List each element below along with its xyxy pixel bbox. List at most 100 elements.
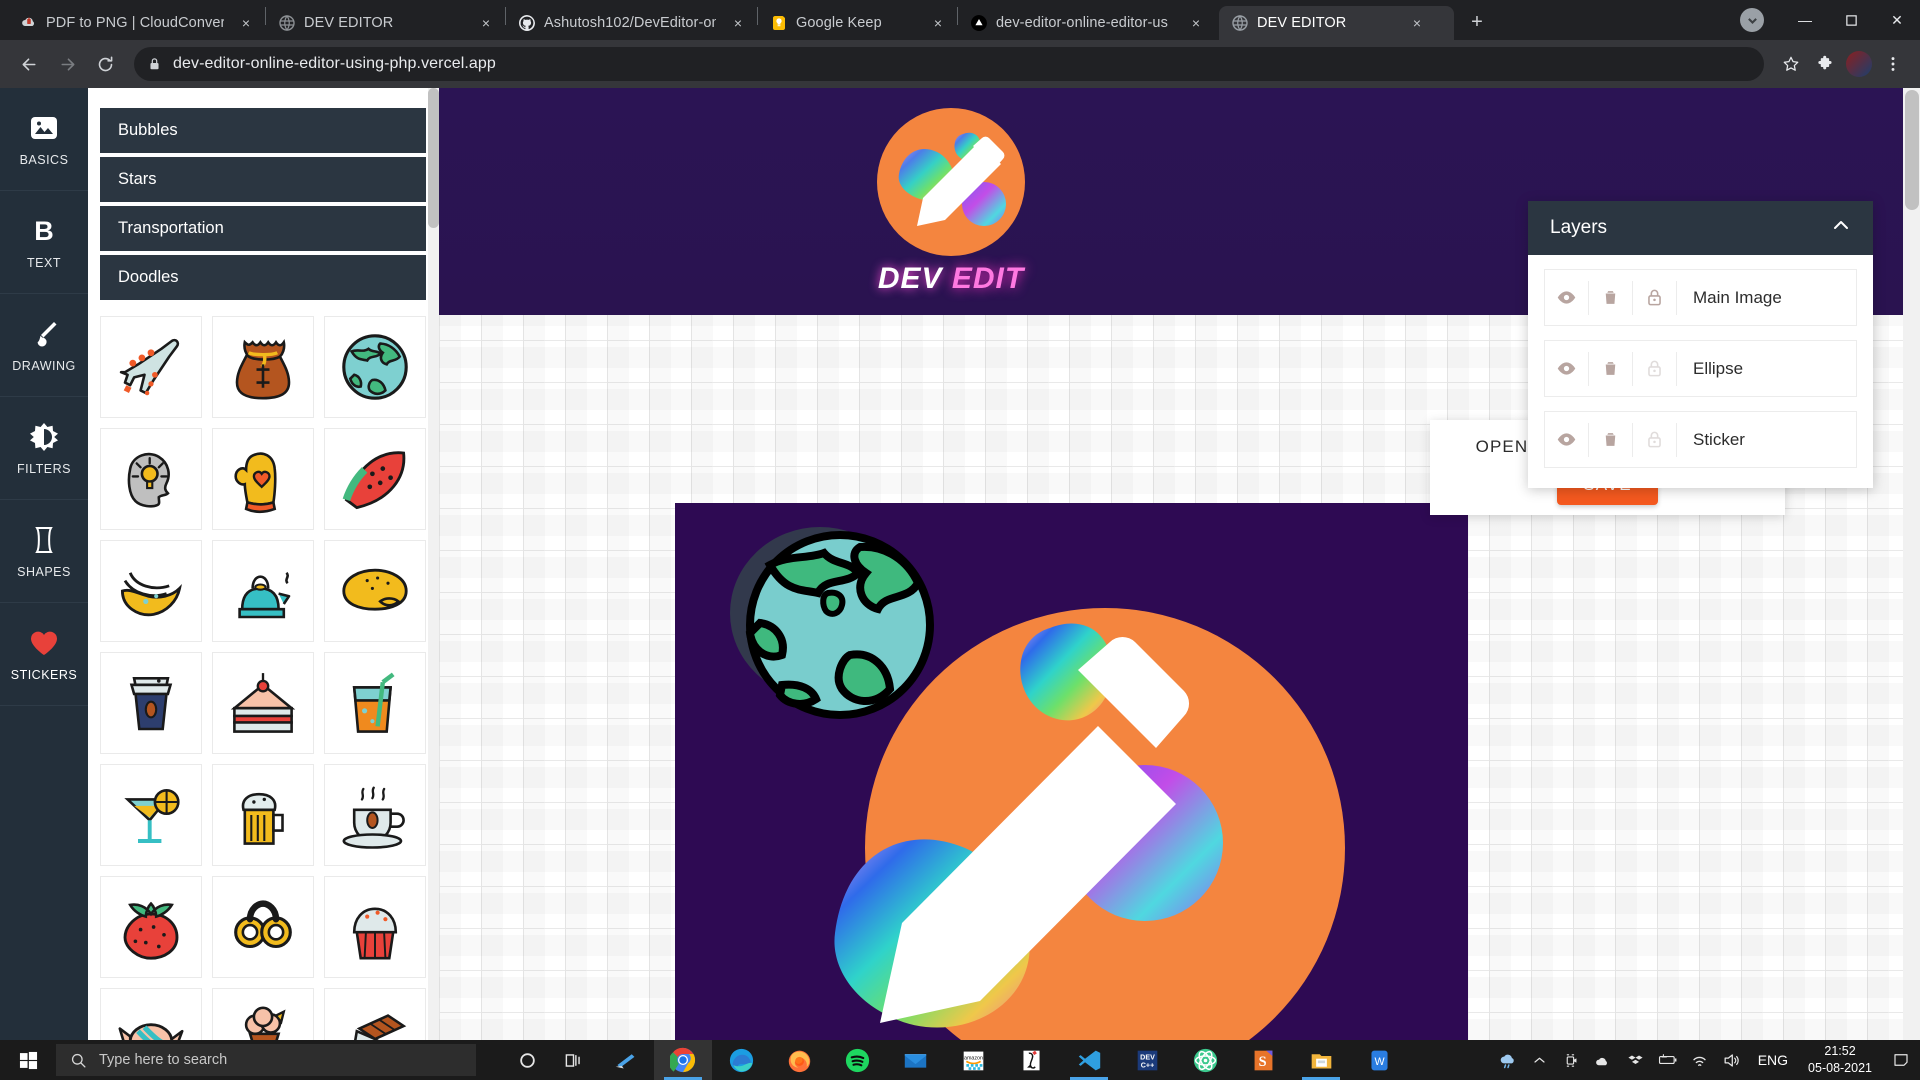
- window-maximize-button[interactable]: [1828, 0, 1874, 40]
- sticker-item[interactable]: [100, 428, 202, 530]
- tab-close-button[interactable]: ×: [1185, 12, 1207, 34]
- canvas-artwork[interactable]: [675, 503, 1468, 1040]
- sticker-item[interactable]: [100, 652, 202, 754]
- star-icon[interactable]: [1776, 49, 1806, 79]
- forward-arrow-icon[interactable]: [50, 47, 84, 81]
- browser-tab[interactable]: PDF to PNG | CloudConvert ×: [8, 6, 265, 40]
- trash-icon[interactable]: [1589, 422, 1633, 457]
- browser-tab-active[interactable]: DEV EDITOR ×: [1219, 6, 1454, 40]
- sticker-item[interactable]: [212, 988, 314, 1040]
- layer-row[interactable]: Sticker: [1544, 411, 1857, 468]
- weather-icon[interactable]: [1492, 1040, 1524, 1080]
- sticker-category-bubbles[interactable]: Bubbles: [100, 108, 426, 153]
- sticker-category-doodles[interactable]: Doodles: [100, 255, 426, 300]
- taskbar-app-explorer[interactable]: [1292, 1040, 1350, 1080]
- windows-logo-icon[interactable]: [0, 1040, 56, 1080]
- chevron-up-icon[interactable]: [1831, 215, 1851, 241]
- sticker-item[interactable]: [212, 428, 314, 530]
- sticker-item[interactable]: [324, 876, 426, 978]
- new-tab-button[interactable]: +: [1462, 7, 1492, 37]
- chevron-up-icon[interactable]: [1524, 1040, 1556, 1080]
- cortana-icon[interactable]: [504, 1040, 550, 1080]
- browser-tab[interactable]: Ashutosh102/DevEditor-onl ×: [506, 6, 757, 40]
- back-arrow-icon[interactable]: [12, 47, 46, 81]
- avatar[interactable]: [1844, 49, 1874, 79]
- notification-icon[interactable]: [1882, 1040, 1920, 1080]
- sticker-item[interactable]: [212, 316, 314, 418]
- dropbox-icon[interactable]: [1620, 1040, 1652, 1080]
- task-view-icon[interactable]: [550, 1040, 596, 1080]
- sticker-item[interactable]: [324, 316, 426, 418]
- battery-icon[interactable]: [1652, 1040, 1684, 1080]
- layer-row[interactable]: Main Image: [1544, 269, 1857, 326]
- sidebar-item-basics[interactable]: BASICS: [0, 88, 88, 191]
- page-scrollbar-thumb[interactable]: [1905, 90, 1919, 210]
- sticker-item[interactable]: [212, 540, 314, 642]
- sticker-item[interactable]: [100, 876, 202, 978]
- sticker-category-transportation[interactable]: Transportation: [100, 206, 426, 251]
- search-input[interactable]: Type here to search: [56, 1044, 476, 1076]
- eye-icon[interactable]: [1545, 351, 1589, 386]
- puzzle-icon[interactable]: [1810, 49, 1840, 79]
- taskbar-app-wps[interactable]: W: [1350, 1040, 1408, 1080]
- browser-tab[interactable]: DEV EDITOR ×: [266, 6, 505, 40]
- editor-canvas-area[interactable]: DEV EDIT OPEN Layers Main Image Ellipse …: [439, 88, 1920, 1040]
- taskbar-app-chrome[interactable]: [654, 1040, 712, 1080]
- tab-close-button[interactable]: ×: [727, 12, 749, 34]
- eye-icon[interactable]: [1545, 280, 1589, 315]
- window-close-button[interactable]: ✕: [1874, 0, 1920, 40]
- taskbar-app-mail[interactable]: [886, 1040, 944, 1080]
- sticker-item[interactable]: [212, 764, 314, 866]
- sticker-panel-scrollbar-track[interactable]: [428, 88, 439, 1040]
- taskbar-app-paint[interactable]: [1002, 1040, 1060, 1080]
- taskbar-app-firefox[interactable]: [770, 1040, 828, 1080]
- lock-icon[interactable]: [1633, 422, 1677, 457]
- sidebar-item-stickers[interactable]: STICKERS: [0, 603, 88, 706]
- sidebar-item-drawing[interactable]: DRAWING: [0, 294, 88, 397]
- trash-icon[interactable]: [1589, 351, 1633, 386]
- sticker-item[interactable]: [324, 988, 426, 1040]
- sticker-item[interactable]: [100, 764, 202, 866]
- sticker-item[interactable]: [100, 988, 202, 1040]
- lock-icon[interactable]: [1633, 351, 1677, 386]
- tab-close-button[interactable]: ×: [475, 12, 497, 34]
- taskbar-app-amazon[interactable]: amazon: [944, 1040, 1002, 1080]
- sticker-item[interactable]: [324, 540, 426, 642]
- tab-close-button[interactable]: ×: [927, 12, 949, 34]
- reload-icon[interactable]: [88, 47, 122, 81]
- sticker-item[interactable]: [324, 428, 426, 530]
- taskbar-app-devcpp[interactable]: DEV C++: [1118, 1040, 1176, 1080]
- layers-panel-header[interactable]: Layers: [1528, 201, 1873, 255]
- sidebar-item-filters[interactable]: FILTERS: [0, 397, 88, 500]
- wifi-icon[interactable]: [1684, 1040, 1716, 1080]
- three-dot-menu-icon[interactable]: [1878, 49, 1908, 79]
- sticker-item[interactable]: [324, 652, 426, 754]
- sticker-category-stars[interactable]: Stars: [100, 157, 426, 202]
- tab-close-button[interactable]: ×: [235, 12, 257, 34]
- taskbar-app-spotify[interactable]: [828, 1040, 886, 1080]
- eye-icon[interactable]: [1545, 422, 1589, 457]
- window-minimize-button[interactable]: —: [1782, 0, 1828, 40]
- taskbar-app-vscode[interactable]: [1060, 1040, 1118, 1080]
- browser-tab[interactable]: dev-editor-online-editor-us ×: [958, 6, 1215, 40]
- taskbar-app-atom[interactable]: [1176, 1040, 1234, 1080]
- capture-icon[interactable]: [1556, 1040, 1588, 1080]
- volume-icon[interactable]: [1716, 1040, 1748, 1080]
- sticker-item[interactable]: [100, 316, 202, 418]
- clock[interactable]: 21:52 05-08-2021: [1798, 1043, 1882, 1077]
- onedrive-icon[interactable]: [1588, 1040, 1620, 1080]
- sticker-item[interactable]: [212, 652, 314, 754]
- sticker-item[interactable]: [324, 764, 426, 866]
- sticker-item[interactable]: [212, 876, 314, 978]
- chevron-down-icon[interactable]: [1740, 8, 1764, 32]
- sticker-item[interactable]: [100, 540, 202, 642]
- sticker-panel-scrollbar-thumb[interactable]: [428, 88, 439, 228]
- lock-icon[interactable]: [1633, 280, 1677, 315]
- taskbar-app-edge[interactable]: [712, 1040, 770, 1080]
- browser-tab[interactable]: Google Keep ×: [758, 6, 957, 40]
- sidebar-item-shapes[interactable]: SHAPES: [0, 500, 88, 603]
- layer-row[interactable]: Ellipse: [1544, 340, 1857, 397]
- taskbar-app-smallpdf[interactable]: S: [1234, 1040, 1292, 1080]
- language-indicator[interactable]: ENG: [1748, 1052, 1798, 1068]
- sidebar-item-text[interactable]: B TEXT: [0, 191, 88, 294]
